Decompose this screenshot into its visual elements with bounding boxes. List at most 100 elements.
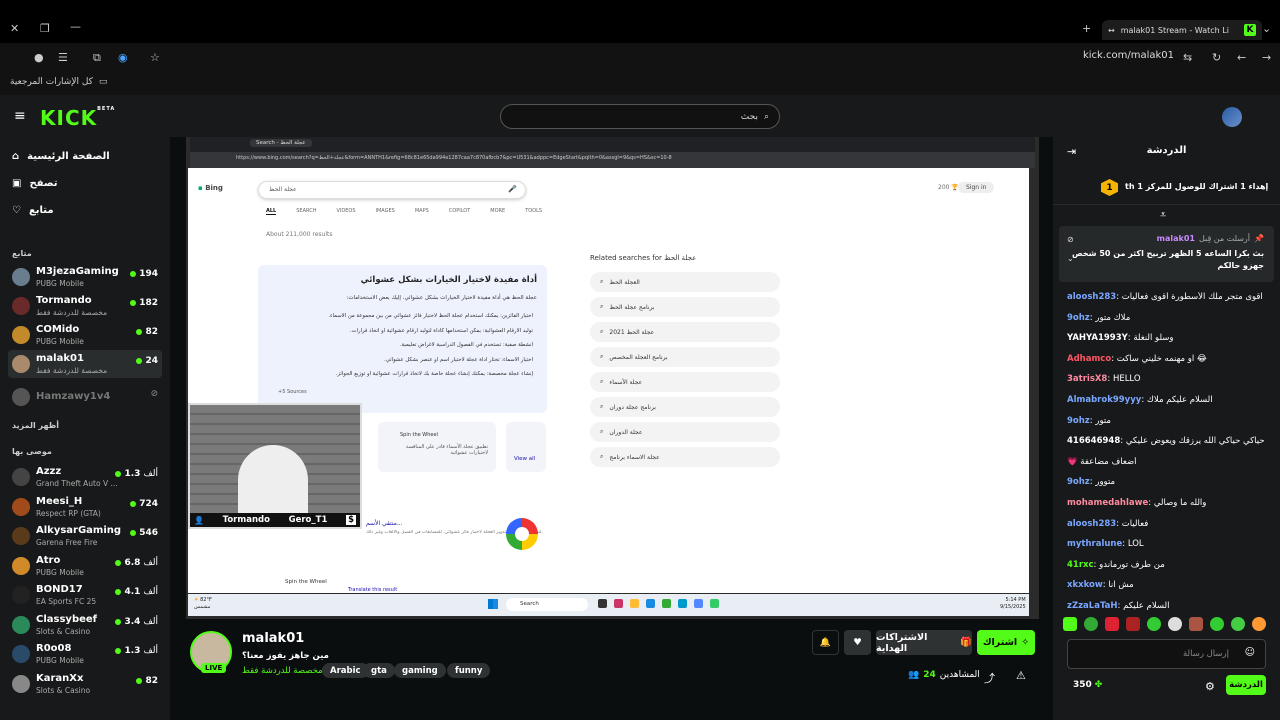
channel-avatar bbox=[12, 388, 30, 406]
windows-start-icon bbox=[488, 599, 498, 609]
emote-kick-icon[interactable] bbox=[1063, 617, 1077, 631]
show-more-link[interactable]: أظهر المزيد bbox=[12, 421, 59, 430]
sidebar-channel[interactable]: KaranXx Slots & Casino 82 bbox=[8, 670, 162, 698]
follow-button[interactable]: ♥ bbox=[844, 630, 871, 655]
chat-username[interactable]: 41rxc bbox=[1067, 560, 1094, 570]
nav-home[interactable]: ⌂ الصفحة الرئيسية bbox=[12, 151, 110, 162]
emote-blob2-icon[interactable] bbox=[1231, 617, 1245, 631]
chat-username[interactable]: 9ohz bbox=[1067, 313, 1090, 323]
sidebar-channel[interactable]: R0o08 PUBG Mobile 1.3 ألف bbox=[8, 640, 162, 668]
sub-goal-banner[interactable]: 1 إهداء 1 اشتراك للوصول للمركز 1 th bbox=[1053, 167, 1280, 205]
bing-logo-icon: ▪ bbox=[198, 184, 203, 192]
close-window-icon[interactable]: ✕ bbox=[10, 22, 19, 35]
notifications-button[interactable]: 🔔 bbox=[812, 630, 839, 655]
app-icon-edge bbox=[646, 599, 655, 608]
sidebar-channel[interactable]: Atro PUBG Mobile 6.8 ألف bbox=[8, 552, 162, 580]
chat-username[interactable]: mohamedahlawe bbox=[1067, 498, 1148, 508]
emote-skull-icon[interactable] bbox=[1168, 617, 1182, 631]
browser-tab-active[interactable]: ↔ malak01 Stream - Watch Li K bbox=[1102, 20, 1262, 40]
new-tab-icon[interactable]: + bbox=[1082, 22, 1091, 35]
back-icon[interactable]: ← bbox=[1237, 51, 1246, 64]
kick-favicon-icon: ↔ bbox=[1108, 25, 1115, 35]
channel-name: Classybeef bbox=[36, 613, 98, 625]
nav-following[interactable]: ♡ متابع bbox=[12, 205, 54, 216]
chat-username[interactable]: aloosh283 bbox=[1067, 292, 1116, 302]
share-icon[interactable]: ⤴ bbox=[984, 670, 995, 686]
streamer-name[interactable]: malak01 bbox=[242, 631, 304, 646]
extensions-icon[interactable]: ⧉ bbox=[93, 51, 101, 65]
stream-category[interactable]: مخصصة للدردشة فقط bbox=[242, 666, 323, 676]
emote-face-icon[interactable] bbox=[1189, 617, 1203, 631]
hamburger-menu-icon[interactable]: ≡ bbox=[14, 108, 26, 124]
kick-logo[interactable]: KICKBETA bbox=[40, 106, 115, 130]
chat-username[interactable]: Adhamco bbox=[1067, 354, 1111, 364]
live-dot-icon bbox=[136, 358, 143, 364]
chat-username[interactable]: YAHYA1993Y bbox=[1067, 333, 1128, 343]
menu-icon[interactable]: ☰ bbox=[58, 51, 68, 64]
restore-window-icon[interactable]: ❐ bbox=[40, 22, 50, 35]
chat-username[interactable]: xkxkow bbox=[1067, 580, 1103, 590]
chat-username[interactable]: 9ohz bbox=[1067, 477, 1090, 487]
live-dot-icon bbox=[130, 300, 137, 306]
sidebar-channel[interactable]: Tormando مخصصة للدردشة فقط 182 bbox=[8, 292, 162, 320]
stream-tag[interactable]: gaming bbox=[394, 663, 446, 678]
report-icon[interactable]: ⚠ bbox=[1016, 669, 1026, 682]
chat-username[interactable]: Almabrok99yyy bbox=[1067, 395, 1141, 405]
stream-tag[interactable]: funny bbox=[447, 663, 491, 678]
emote-ball-icon[interactable] bbox=[1084, 617, 1098, 631]
bookmarks-folder[interactable]: كل الإشارات المرجعية ▭ bbox=[10, 77, 107, 87]
webcam-label-bar: 👤 Tormando Gero_T1 $ bbox=[190, 513, 360, 527]
stream-browser-tabs: Search - عجلة الحظ bbox=[190, 137, 1035, 152]
emoji-picker-icon[interactable]: ☺ bbox=[1245, 647, 1255, 658]
user-avatar[interactable] bbox=[1222, 107, 1242, 127]
tab-list-icon[interactable]: ⌄ bbox=[1262, 22, 1271, 35]
bookmark-star-icon[interactable]: ☆ bbox=[150, 51, 160, 64]
sidebar-channel[interactable]: BOND17 EA Sports FC 25 4.1 ألف bbox=[8, 581, 162, 609]
subscribe-button[interactable]: اشتراك ✧ bbox=[977, 630, 1035, 655]
emote-blood-icon[interactable] bbox=[1126, 617, 1140, 631]
chat-text: وسلو النغلة bbox=[1133, 333, 1174, 344]
stream-tag[interactable]: gta bbox=[363, 663, 395, 678]
sidebar-channel[interactable]: Azzz Grand Theft Auto V ... 1.3 ألف bbox=[8, 463, 162, 491]
audio-icon[interactable]: ◉ bbox=[118, 51, 128, 64]
chat-username[interactable]: 9ohz bbox=[1067, 416, 1090, 426]
chat-username[interactable]: 3atrisX8 bbox=[1067, 374, 1107, 384]
emote-green-icon[interactable] bbox=[1147, 617, 1161, 631]
search-box[interactable]: ⌕ بحث bbox=[500, 104, 780, 129]
site-settings-icon[interactable]: ⇆ bbox=[1183, 51, 1192, 64]
sidebar-channel-offline[interactable]: Hamzawy1v4 ⊘ bbox=[8, 383, 162, 411]
sidebar-channel[interactable]: M3jezaGaming PUBG Mobile 194 bbox=[8, 263, 162, 291]
emote-lol-icon[interactable] bbox=[1252, 617, 1266, 631]
results-count: About 211,000 results bbox=[266, 231, 333, 238]
reload-icon[interactable]: ↻ bbox=[1212, 51, 1221, 64]
chat-input[interactable]: إرسال رسالة ☺ bbox=[1067, 639, 1266, 669]
sidebar-channel[interactable]: malak01 مخصصة للدردشة فقط 24 bbox=[8, 350, 162, 378]
nav-browse[interactable]: ▣ تصفح bbox=[12, 178, 57, 189]
wheel-image bbox=[506, 518, 538, 550]
chat-username[interactable]: zZzaLaTaH bbox=[1067, 601, 1118, 611]
result2-title: Spin the Wheel bbox=[285, 579, 327, 585]
profile-icon[interactable]: ● bbox=[34, 51, 44, 64]
chat-settings-gear-icon[interactable]: ⚙ bbox=[1205, 680, 1215, 693]
chat-username[interactable]: aloosh283 bbox=[1067, 519, 1116, 529]
sidebar-channel[interactable]: COMido PUBG Mobile 82 bbox=[8, 321, 162, 349]
pin-icon[interactable]: ⊘ bbox=[1067, 235, 1074, 244]
channel-points[interactable]: 350 ✤ bbox=[1073, 680, 1102, 690]
stream-tag[interactable]: Arabic bbox=[322, 663, 369, 678]
viewer-count: 182 bbox=[139, 298, 158, 308]
emote-red-icon[interactable] bbox=[1105, 617, 1119, 631]
sidebar-channel[interactable]: Classybeef Slots & Casino 3.4 ألف bbox=[8, 611, 162, 639]
sidebar-channel[interactable]: Meesi_H Respect RP (GTA) 724 bbox=[8, 493, 162, 521]
emote-blob-icon[interactable] bbox=[1210, 617, 1224, 631]
chat-message: zZzaLaTaH: السلام عليكم bbox=[1067, 601, 1272, 611]
forward-icon[interactable]: → bbox=[1262, 51, 1271, 64]
gift-subs-button[interactable]: الاشتراكات الهداية 🎁 bbox=[876, 630, 972, 655]
chat-send-button[interactable]: الدردشة bbox=[1226, 675, 1266, 695]
sidebar-channel[interactable]: AlkysarGaming Garena Free Fire 546 bbox=[8, 522, 162, 550]
minimize-window-icon[interactable]: — bbox=[70, 20, 81, 33]
chat-username[interactable]: mythralune bbox=[1067, 539, 1122, 549]
chat-username[interactable]: 416646948 bbox=[1067, 436, 1120, 446]
chevron-down-icon[interactable]: ⩡ bbox=[1160, 208, 1166, 222]
url-text[interactable]: kick.com/malak01 bbox=[1083, 50, 1174, 61]
viewer-count: 546 bbox=[139, 528, 158, 538]
